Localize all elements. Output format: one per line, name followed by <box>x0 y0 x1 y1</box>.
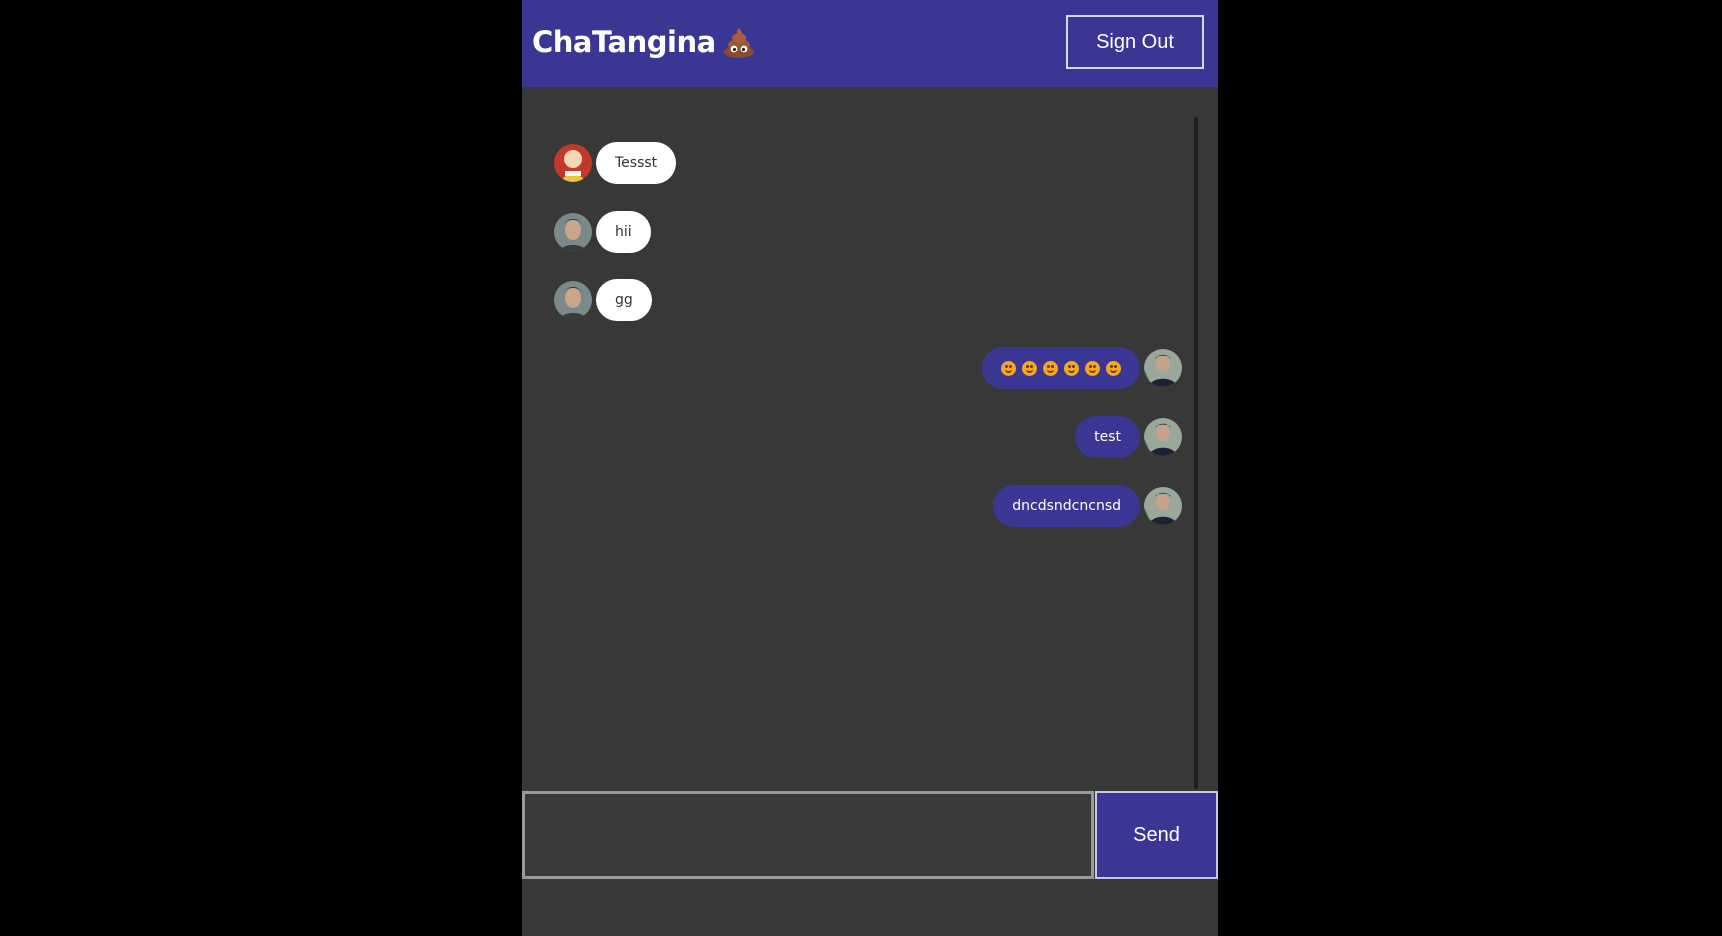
message-bubble: Tessst <box>596 142 677 184</box>
chat-app: ChaTangina Sign Out Tessst hii gg test d… <box>522 0 1218 936</box>
user-photo-avatar <box>554 281 592 319</box>
user-photo-avatar <box>554 213 592 251</box>
smile-emoji-icon <box>1085 360 1100 376</box>
message-sent <box>978 347 1182 389</box>
message-bubble <box>982 347 1140 389</box>
app-brand: ChaTangina <box>532 25 756 59</box>
message-composer: Send <box>522 791 1218 879</box>
smile-emoji-icon <box>1022 360 1037 376</box>
bald-hero-avatar <box>554 144 592 182</box>
message-received: hii <box>554 211 655 253</box>
message-list[interactable]: Tessst hii gg test dncdsndcncnsd <box>522 87 1218 791</box>
message-sent: test <box>1071 416 1182 458</box>
self-photo-avatar <box>1144 418 1182 456</box>
self-photo-avatar <box>1144 487 1182 525</box>
poop-emoji-icon <box>723 28 754 58</box>
self-photo-avatar <box>1144 349 1182 387</box>
app-title: ChaTangina <box>532 25 716 59</box>
message-sent: dncdsndcncnsd <box>989 485 1182 527</box>
smile-emoji-icon <box>1043 360 1058 376</box>
sign-out-button[interactable]: Sign Out <box>1066 15 1204 69</box>
message-bubble: gg <box>596 279 652 321</box>
message-bubble: dncdsndcncnsd <box>993 485 1140 527</box>
send-button[interactable]: Send <box>1095 791 1218 879</box>
scrollbar[interactable] <box>1194 117 1198 789</box>
smile-emoji-icon <box>1106 360 1121 376</box>
message-received: Tessst <box>554 142 680 184</box>
message-received: gg <box>554 279 656 321</box>
smile-emoji-icon <box>1001 360 1016 376</box>
message-bubble: test <box>1075 416 1140 458</box>
message-input[interactable] <box>522 791 1094 879</box>
emoji-row <box>1001 360 1121 376</box>
smile-emoji-icon <box>1064 360 1079 376</box>
message-bubble: hii <box>596 211 651 253</box>
app-header: ChaTangina Sign Out <box>522 0 1218 87</box>
